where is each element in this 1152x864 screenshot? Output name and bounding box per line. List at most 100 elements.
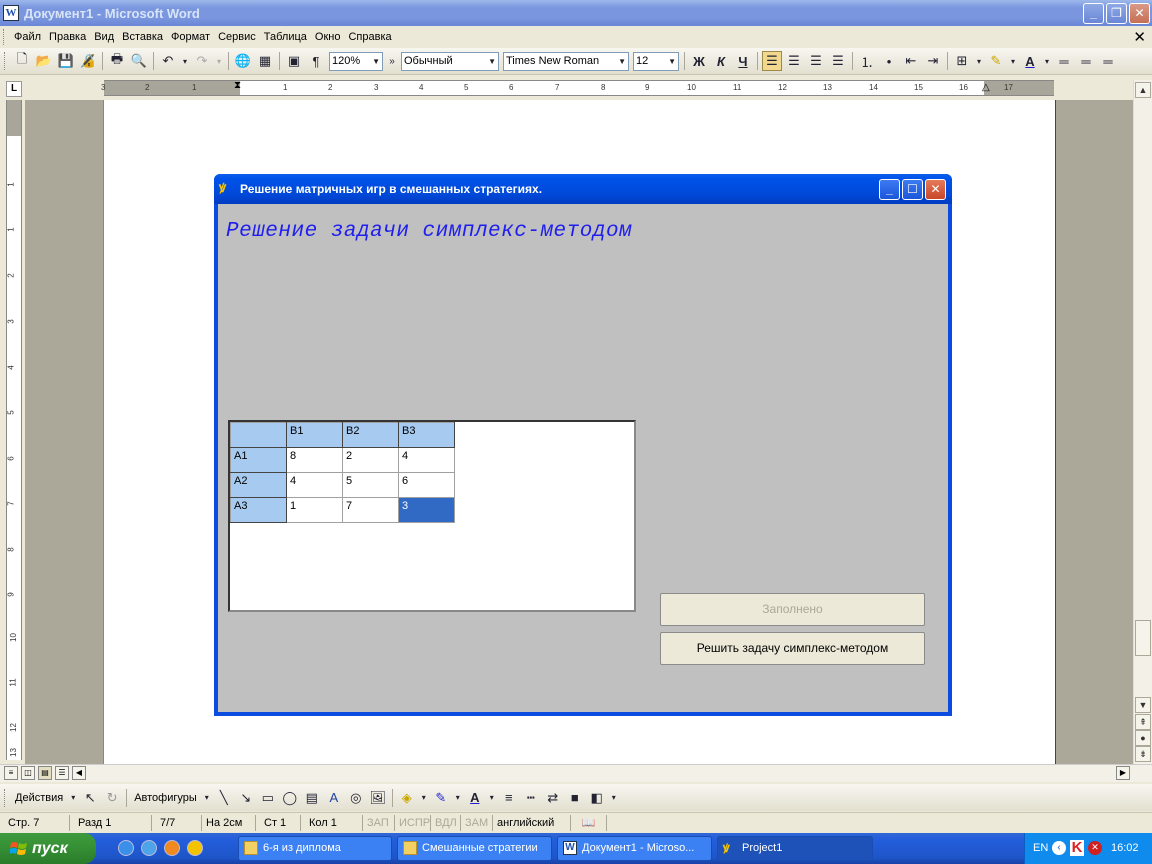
language-indicator[interactable]: EN: [1033, 842, 1048, 854]
align-left-icon[interactable]: ☰: [762, 51, 782, 71]
menu-insert[interactable]: Вставка: [118, 31, 167, 43]
menu-file[interactable]: Файл: [10, 31, 45, 43]
align-right-icon[interactable]: ☰: [806, 51, 826, 71]
menu-format[interactable]: Формат: [167, 31, 214, 43]
font-select[interactable]: Times New Roman ▼: [503, 51, 629, 71]
underline-button[interactable]: Ч: [733, 51, 753, 71]
antivirus-icon[interactable]: K: [1070, 840, 1084, 856]
vertical-ruler[interactable]: 1 1 2 3 4 5 6 7 8 9 10 11 12 13: [6, 100, 22, 760]
scroll-down-icon[interactable]: ▼: [1135, 697, 1151, 713]
dash-style-icon[interactable]: ═: [1076, 51, 1096, 71]
chevron-down-icon[interactable]: ▾: [453, 788, 463, 808]
grid-cell[interactable]: 7: [342, 497, 399, 523]
scroll-left-icon[interactable]: ◀: [72, 766, 86, 780]
app-titlebar[interactable]: ꝟ Решение матричных игр в смешанных стра…: [214, 174, 952, 204]
wordart-icon[interactable]: A: [324, 788, 344, 808]
pilcrow-icon[interactable]: ¶: [306, 51, 326, 71]
clock[interactable]: 16:02: [1111, 842, 1139, 854]
toolbar-grip[interactable]: [4, 52, 7, 70]
line-color-icon[interactable]: ✎: [431, 788, 451, 808]
more-buttons-icon[interactable]: »: [386, 51, 398, 71]
chevron-down-icon[interactable]: ▾: [609, 788, 619, 808]
table-icon[interactable]: ▦: [255, 51, 275, 71]
column-header[interactable]: B1: [286, 422, 343, 448]
open-folder-icon[interactable]: 📂: [34, 51, 54, 71]
taskbar-item-mixed-strategies[interactable]: Смешанные стратегии: [397, 836, 552, 861]
line-style-icon[interactable]: ≡: [499, 788, 519, 808]
justify-icon[interactable]: ☰: [828, 51, 848, 71]
chevron-down-icon[interactable]: ▾: [487, 788, 497, 808]
new-document-icon[interactable]: 🗋: [12, 51, 32, 71]
column-header[interactable]: B3: [398, 422, 455, 448]
bulleted-list-icon[interactable]: •: [879, 51, 899, 71]
grid-cell[interactable]: 8: [286, 447, 343, 473]
redo-dropdown-icon[interactable]: ▾: [214, 51, 224, 71]
status-ovr[interactable]: ЗАМ: [461, 814, 493, 831]
font-color-icon[interactable]: A: [1020, 51, 1040, 71]
borders-icon[interactable]: ⊞: [952, 51, 972, 71]
hyperlink-icon[interactable]: 🌐: [233, 51, 253, 71]
increase-indent-icon[interactable]: ⇥: [923, 51, 943, 71]
clip-art-icon[interactable]: 🖼: [368, 788, 388, 808]
messenger-icon[interactable]: [187, 840, 203, 856]
chevron-down-icon[interactable]: ▾: [1042, 51, 1052, 71]
menu-view[interactable]: Вид: [90, 31, 118, 43]
menu-window[interactable]: Окно: [311, 31, 345, 43]
print-layout-icon[interactable]: ▤: [38, 766, 52, 780]
diagram-icon[interactable]: ◎: [346, 788, 366, 808]
scroll-right-icon[interactable]: ▶: [1116, 766, 1130, 780]
indent-marker-icon[interactable]: ⧗: [234, 80, 241, 91]
browser-icon[interactable]: [141, 840, 157, 856]
chevron-down-icon[interactable]: ▾: [419, 788, 429, 808]
web-layout-icon[interactable]: ◫: [21, 766, 35, 780]
menu-table[interactable]: Таблица: [260, 31, 311, 43]
taskbar-item-project1[interactable]: ꝟ Project1: [717, 836, 873, 861]
font-size-select[interactable]: 12 ▼: [633, 51, 679, 71]
arrow-icon[interactable]: ↘: [236, 788, 256, 808]
align-center-icon[interactable]: ☰: [784, 51, 804, 71]
previous-page-icon[interactable]: ⇞: [1135, 714, 1151, 730]
minimize-button[interactable]: _: [1083, 3, 1104, 24]
print-icon[interactable]: 🖶: [107, 51, 127, 71]
app-minimize-button[interactable]: _: [879, 179, 900, 200]
tab-selector[interactable]: L: [6, 81, 22, 97]
right-indent-marker-icon[interactable]: △: [982, 82, 990, 93]
media-player-icon[interactable]: [164, 840, 180, 856]
close-button[interactable]: ✕: [1129, 3, 1150, 24]
3d-style-icon[interactable]: ◧: [587, 788, 607, 808]
security-alert-icon[interactable]: ✕: [1088, 841, 1102, 855]
style-select[interactable]: Обычный ▼: [401, 51, 499, 71]
permission-icon[interactable]: 🔏: [78, 51, 98, 71]
autoshapes-menu[interactable]: Автофигуры: [130, 792, 201, 804]
menu-tools[interactable]: Сервис: [214, 31, 260, 43]
undo-dropdown-icon[interactable]: ▾: [180, 51, 190, 71]
status-rec[interactable]: ЗАП: [363, 814, 395, 831]
dash-style-icon[interactable]: ┅: [521, 788, 541, 808]
free-rotate-icon[interactable]: ↻: [102, 788, 122, 808]
bold-button[interactable]: Ж: [689, 51, 709, 71]
rectangle-icon[interactable]: ▭: [258, 788, 278, 808]
menu-edit[interactable]: Правка: [45, 31, 90, 43]
taskbar-item-diploma[interactable]: 6-я из диплома: [238, 836, 392, 861]
chevron-down-icon[interactable]: ▾: [974, 51, 984, 71]
select-objects-icon[interactable]: ↖: [80, 788, 100, 808]
grid-cell[interactable]: 5: [342, 472, 399, 498]
close-document-icon[interactable]: ✕: [1133, 28, 1146, 46]
next-page-icon[interactable]: ⇟: [1135, 746, 1151, 762]
italic-button[interactable]: К: [711, 51, 731, 71]
grid-cell[interactable]: 4: [398, 447, 455, 473]
chevron-down-icon[interactable]: ▾: [1008, 51, 1018, 71]
numbered-list-icon[interactable]: ⒈: [857, 51, 877, 71]
normal-view-icon[interactable]: ≡: [4, 766, 18, 780]
font-color-icon[interactable]: A: [465, 788, 485, 808]
redo-icon[interactable]: ↷: [192, 51, 212, 71]
chevron-down-icon[interactable]: ▾: [68, 788, 78, 808]
arrow-style-icon[interactable]: ⇄: [543, 788, 563, 808]
toolbar-grip[interactable]: [4, 788, 7, 807]
show-hidden-icons-icon[interactable]: ‹: [1052, 841, 1066, 855]
vertical-scrollbar[interactable]: ▲ ▼ ⇞ ● ⇟: [1133, 80, 1152, 764]
app-maximize-button[interactable]: ☐: [902, 179, 923, 200]
decrease-indent-icon[interactable]: ⇤: [901, 51, 921, 71]
status-ext[interactable]: ВДЛ: [431, 814, 461, 831]
matrix-grid[interactable]: B1 B2 B3 A1 8 2 4 A2 4 5 6 A3 1 7 3: [228, 420, 636, 612]
